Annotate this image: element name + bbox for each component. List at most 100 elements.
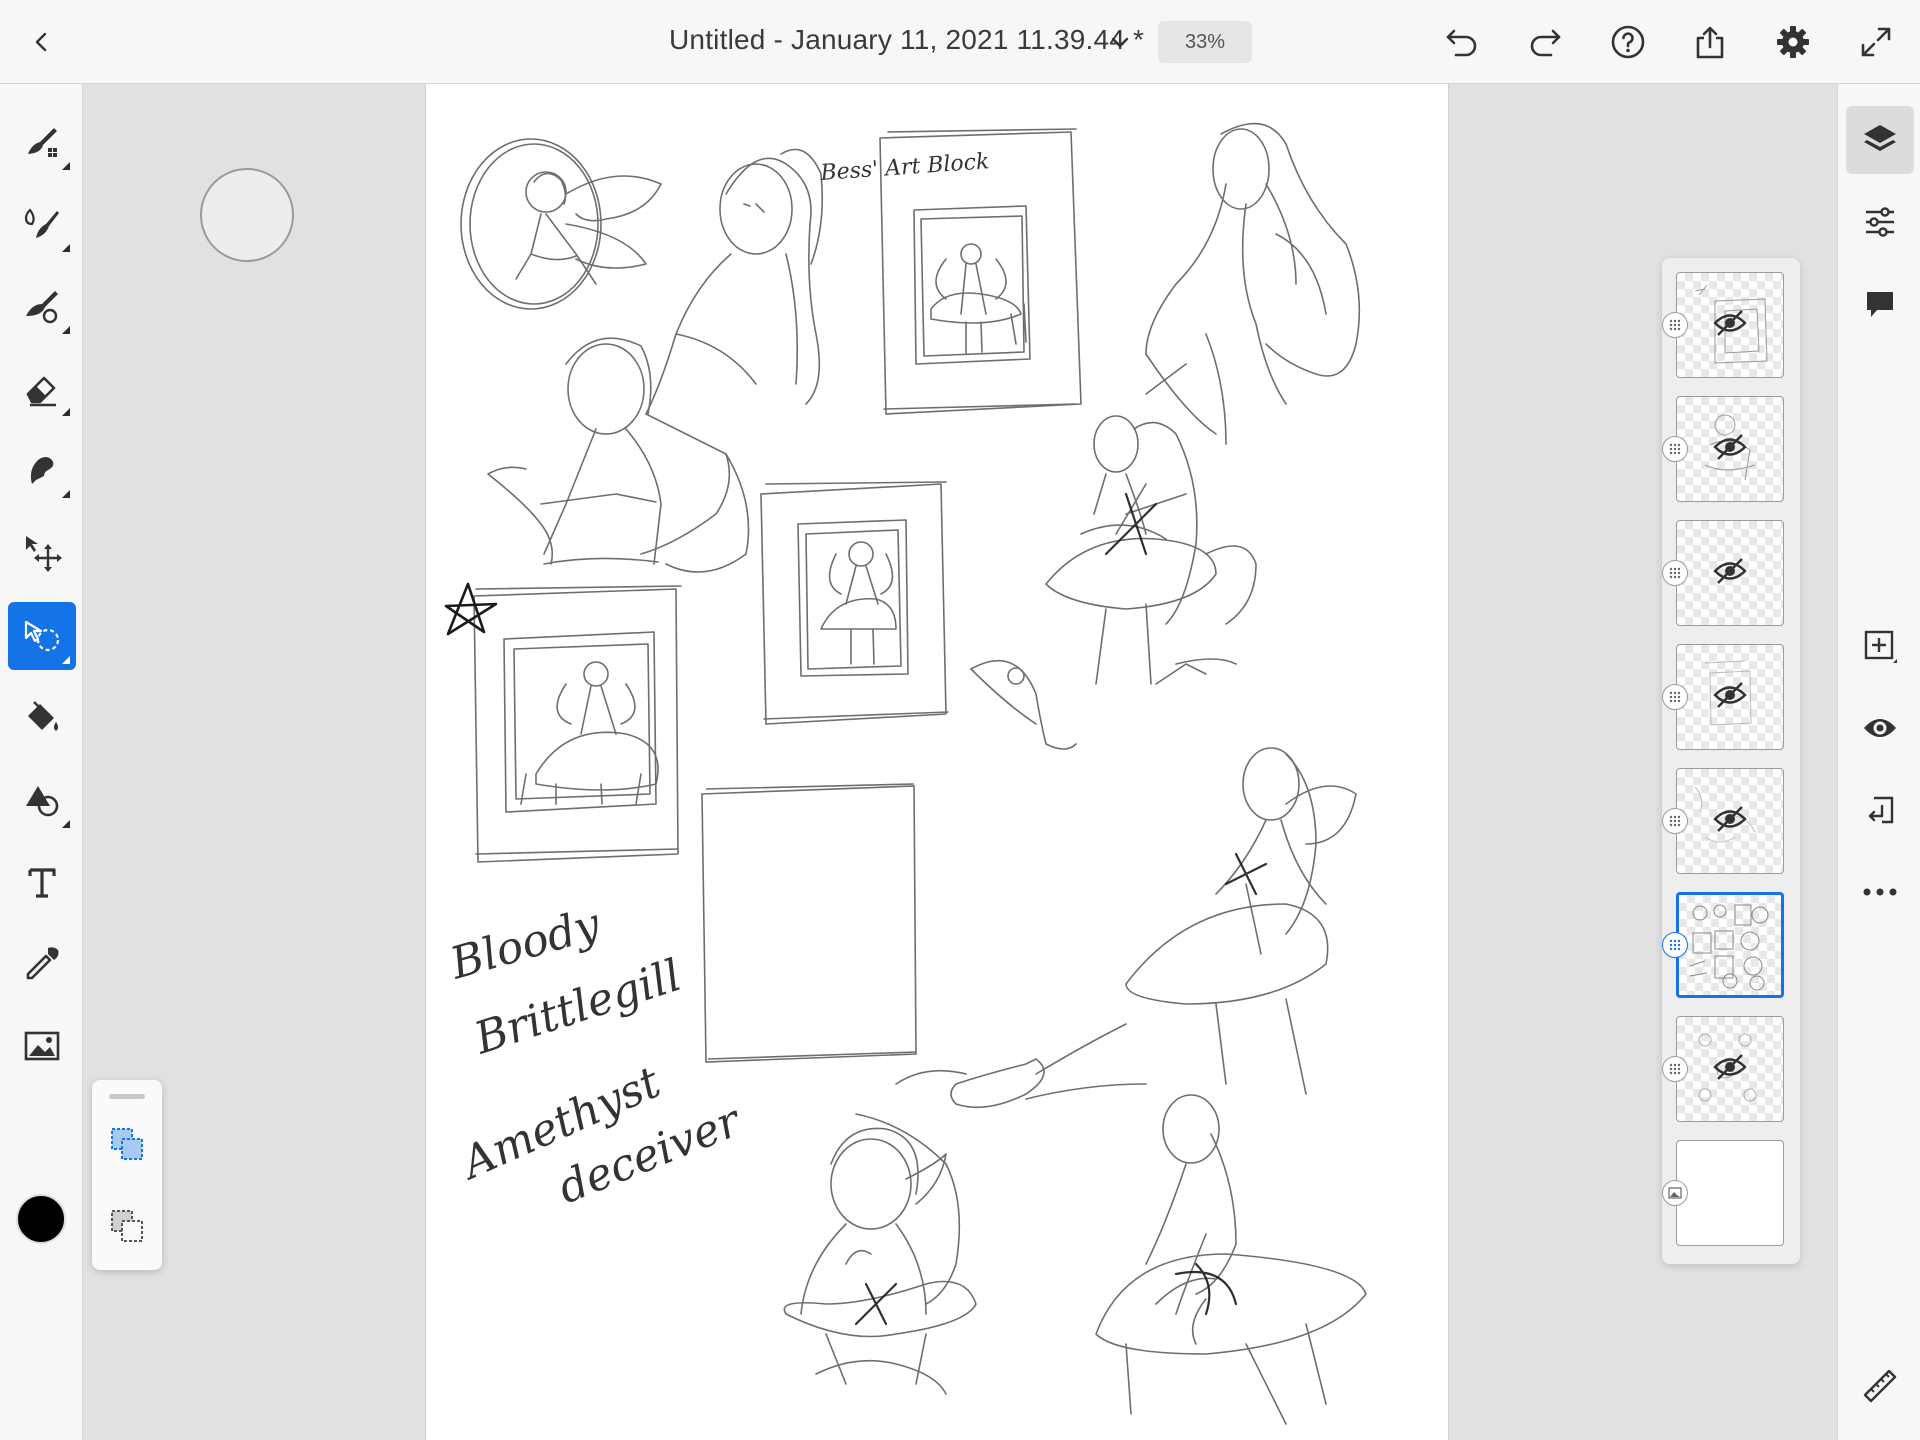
submenu-indicator <box>62 326 70 334</box>
top-bar: Untitled - January 11, 2021 11.39.44 * 3… <box>0 0 1920 84</box>
add-layer-icon <box>1864 630 1897 663</box>
pixel-grid-icon <box>1669 443 1681 455</box>
layers-panel <box>1662 258 1800 1264</box>
hidden-eye-icon <box>1713 310 1747 336</box>
vector-brush-tool[interactable] <box>8 272 76 340</box>
layer-preview <box>1689 904 1769 991</box>
add-layer-button[interactable] <box>1846 612 1914 680</box>
layer-thumbnail[interactable] <box>1676 520 1784 626</box>
text-tool[interactable] <box>8 848 76 916</box>
pixel-brush-tool[interactable] <box>8 108 76 176</box>
image-icon <box>1668 1187 1682 1199</box>
sketch-artwork: Bess' Art Block Bloody Brittlegill Ameth… <box>444 122 1367 1425</box>
subtract-selection-icon <box>111 1210 143 1242</box>
hidden-eye-icon <box>1713 682 1747 708</box>
submenu-indicator <box>62 162 70 170</box>
hidden-eye-icon <box>1713 806 1747 832</box>
selection-tool[interactable] <box>8 602 76 670</box>
submenu-indicator <box>62 490 70 498</box>
more-icon <box>1863 888 1897 896</box>
layer-thumbnail-selected[interactable] <box>1676 892 1784 998</box>
pixel-layer-badge-selected[interactable] <box>1662 932 1688 958</box>
fill-tool[interactable] <box>8 684 76 752</box>
smudge-tool[interactable] <box>8 436 76 504</box>
layers-icon <box>1864 125 1896 151</box>
transform-tool[interactable] <box>8 518 76 586</box>
back-button[interactable] <box>18 18 66 66</box>
pixel-brush-icon <box>28 128 57 157</box>
layers-panel-button[interactable] <box>1846 106 1914 174</box>
image-layer-badge[interactable] <box>1662 1180 1688 1206</box>
share-button[interactable] <box>1686 18 1734 66</box>
undo-icon <box>1446 29 1477 57</box>
properties-button[interactable] <box>1846 188 1914 256</box>
submenu-indicator <box>62 656 70 664</box>
eyedropper-tool[interactable] <box>8 930 76 998</box>
eyedropper-icon <box>26 947 59 980</box>
hidden-eye-icon <box>1713 558 1747 584</box>
image-tool[interactable] <box>8 1012 76 1080</box>
layer-thumbnail[interactable] <box>1676 396 1784 502</box>
pixel-layer-badge[interactable] <box>1662 560 1688 586</box>
pixel-layer-badge[interactable] <box>1662 436 1688 462</box>
smudge-icon <box>30 457 54 484</box>
help-button[interactable] <box>1604 18 1652 66</box>
zoom-level-badge[interactable]: 33% <box>1158 21 1252 63</box>
more-options-button[interactable] <box>1846 858 1914 926</box>
pixel-layer-badge[interactable] <box>1662 312 1688 338</box>
visibility-icon <box>1864 719 1896 737</box>
document-title[interactable]: Untitled - January 11, 2021 11.39.44 * <box>669 24 1144 56</box>
share-icon <box>1696 26 1724 59</box>
vector-brush-icon <box>26 291 58 324</box>
selection-icon <box>24 620 60 652</box>
text-icon <box>28 868 56 898</box>
transform-icon <box>26 536 62 572</box>
pixel-grid-icon <box>1669 939 1681 951</box>
brush-size-preview[interactable] <box>200 168 294 262</box>
pixel-grid-icon <box>1669 1063 1681 1075</box>
background-layer-thumbnail[interactable] <box>1676 1140 1784 1246</box>
undo-button[interactable] <box>1438 18 1486 66</box>
eraser-icon <box>26 376 56 407</box>
merge-down-icon <box>1868 796 1894 824</box>
pixel-grid-icon <box>1669 319 1681 331</box>
fullscreen-button[interactable] <box>1852 18 1900 66</box>
live-brush-tool[interactable] <box>8 190 76 258</box>
shapes-tool[interactable] <box>8 766 76 834</box>
pixel-layer-badge[interactable] <box>1662 1056 1688 1082</box>
chevron-left-icon <box>35 32 47 52</box>
hidden-eye-icon <box>1713 434 1747 460</box>
ruler-button[interactable] <box>1846 1352 1914 1420</box>
sign-text: Bess' Art Block <box>819 149 990 186</box>
drawing-canvas[interactable]: Bess' Art Block Bloody Brittlegill Ameth… <box>425 84 1449 1440</box>
hidden-eye-icon <box>1713 1054 1747 1080</box>
title-dropdown-button[interactable] <box>1096 18 1144 66</box>
chevron-down-icon <box>1111 37 1129 48</box>
merge-down-button[interactable] <box>1846 776 1914 844</box>
add-selection-icon <box>111 1128 143 1160</box>
settings-button[interactable] <box>1769 18 1817 66</box>
pixel-layer-badge[interactable] <box>1662 808 1688 834</box>
popout-grip[interactable] <box>109 1094 145 1099</box>
comments-button[interactable] <box>1846 270 1914 338</box>
pixel-layer-badge[interactable] <box>1662 684 1688 710</box>
fullscreen-icon <box>1861 27 1891 57</box>
eraser-tool[interactable] <box>8 354 76 422</box>
comments-icon <box>1867 292 1893 317</box>
submenu-indicator <box>62 408 70 416</box>
image-icon <box>24 1031 60 1061</box>
settings-icon <box>1777 26 1809 58</box>
color-swatch[interactable] <box>16 1194 66 1244</box>
fill-icon <box>28 701 58 731</box>
note-line-1: Bloody <box>444 898 607 990</box>
layer-visibility-button[interactable] <box>1846 694 1914 762</box>
layer-thumbnail[interactable] <box>1676 1016 1784 1122</box>
layer-thumbnail[interactable] <box>1676 272 1784 378</box>
pixel-grid-icon <box>1669 567 1681 579</box>
add-selection-button[interactable] <box>103 1120 151 1168</box>
subtract-selection-button[interactable] <box>103 1202 151 1250</box>
redo-button[interactable] <box>1521 18 1569 66</box>
live-brush-icon <box>24 208 59 238</box>
layer-thumbnail[interactable] <box>1676 644 1784 750</box>
layer-thumbnail[interactable] <box>1676 768 1784 874</box>
